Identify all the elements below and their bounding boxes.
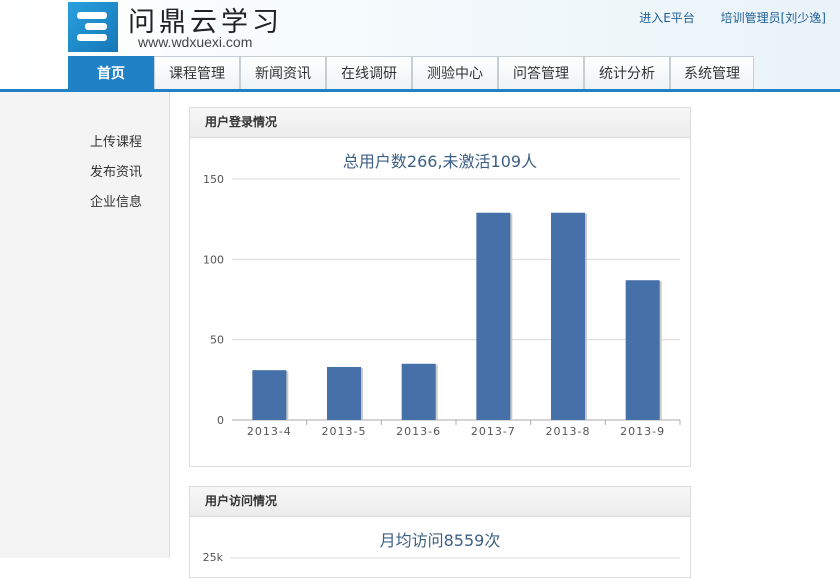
logo-icon[interactable]: [68, 2, 118, 52]
sidebar-item-upload-course[interactable]: 上传课程: [90, 131, 142, 150]
site-url: www.wdxuexi.com: [138, 34, 253, 50]
tab-statistics[interactable]: 统计分析: [584, 56, 670, 90]
admin-user-link[interactable]: 培训管理员[刘少逸]: [721, 11, 826, 25]
x-tick-label: 2013-6: [396, 425, 441, 438]
bar: [551, 212, 585, 420]
tab-news[interactable]: 新闻资讯: [240, 56, 326, 90]
enter-platform-link[interactable]: 进入E平台: [639, 11, 695, 25]
y-tick-label: 100: [203, 253, 224, 266]
x-tick-label: 2013-9: [620, 425, 665, 438]
tab-system-management[interactable]: 系统管理: [670, 56, 754, 90]
tab-online-survey[interactable]: 在线调研: [326, 56, 412, 90]
sidebar-item-company-info[interactable]: 企业信息: [90, 191, 142, 210]
sidebar: 上传课程 发布资讯 企业信息: [0, 92, 170, 558]
bar: [401, 363, 436, 420]
visits-chart: 25k: [203, 551, 680, 564]
x-tick-label: 2013-5: [322, 425, 367, 438]
tab-home[interactable]: 首页: [68, 56, 154, 90]
y-tick-label: 0: [217, 414, 224, 427]
x-tick-label: 2013-8: [546, 425, 591, 438]
x-tick-label: 2013-4: [247, 425, 292, 438]
tab-course-management[interactable]: 课程管理: [154, 56, 240, 90]
y-tick-label: 150: [203, 173, 224, 186]
bar: [625, 280, 660, 420]
visits-panel: 用户访问情况 月均访问8559次 25k: [189, 486, 691, 578]
bar: [476, 212, 511, 420]
x-tick-label: 2013-7: [471, 425, 516, 438]
login-panel: 用户登录情况 总用户数266,未激活109人 0 50 100 150 2013-4 20…: [189, 107, 691, 467]
top-links: 进入E平台 培训管理员[刘少逸]: [617, 9, 826, 26]
tab-quiz-center[interactable]: 测验中心: [412, 56, 498, 90]
login-chart: 0 50 100 150 2013-4 2013-5 2013-6 2013-7 2013-8 2…: [203, 173, 681, 438]
bar: [252, 370, 287, 420]
y-tick-label: 50: [210, 334, 224, 347]
sidebar-item-publish-news[interactable]: 发布资讯: [90, 161, 142, 180]
tab-qa-management[interactable]: 问答管理: [498, 56, 584, 90]
bar: [327, 366, 361, 420]
